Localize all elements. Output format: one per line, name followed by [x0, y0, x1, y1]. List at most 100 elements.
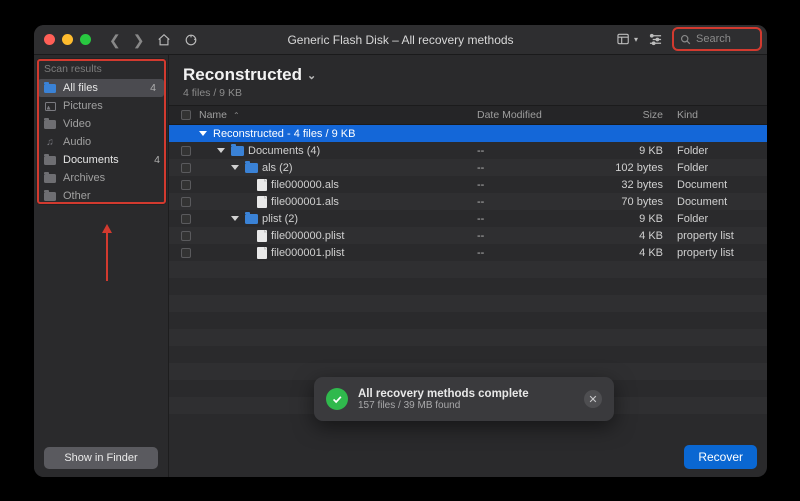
row-checkbox[interactable]: [181, 146, 191, 156]
chevron-down-icon: ⌄: [307, 69, 316, 82]
titlebar: ❮ ❯ Generic Flash Disk – All recovery me…: [34, 25, 767, 55]
row-checkbox[interactable]: [181, 214, 191, 224]
row-checkbox[interactable]: [181, 197, 191, 207]
sidebar-item-documents[interactable]: Documents4: [34, 151, 168, 169]
folder-icon: [44, 192, 56, 201]
zoom-icon[interactable]: [80, 34, 91, 45]
app-window: ❮ ❯ Generic Flash Disk – All recovery me…: [34, 25, 767, 477]
folder-icon: [44, 120, 56, 129]
sidebar: Scan results All files4PicturesVideo♫Aud…: [34, 55, 169, 477]
picture-icon: [45, 102, 56, 111]
table-row[interactable]: file000000.plist--4 KBproperty list: [169, 227, 767, 244]
file-kind: property list: [677, 247, 767, 259]
table-row: [169, 329, 767, 346]
file-name: file000001.als: [271, 196, 339, 208]
group-row[interactable]: Reconstructed - 4 files / 9 KB: [169, 125, 767, 142]
column-name[interactable]: Name ⌃: [195, 109, 477, 121]
disclosure-open-icon[interactable]: [199, 131, 207, 136]
file-size: 32 bytes: [587, 179, 677, 191]
select-all-checkbox[interactable]: [181, 110, 191, 120]
table-row: [169, 295, 767, 312]
folder-icon: [245, 214, 258, 224]
results-heading-label: Reconstructed: [183, 65, 302, 85]
table-row[interactable]: plist (2)--9 KBFolder: [169, 210, 767, 227]
column-kind[interactable]: Kind: [677, 109, 767, 121]
file-name: file000001.plist: [271, 247, 344, 259]
file-kind: Document: [677, 179, 767, 191]
file-kind: Folder: [677, 213, 767, 225]
recover-button[interactable]: Recover: [684, 445, 757, 469]
history-nav: ❮ ❯: [109, 32, 198, 47]
forward-button[interactable]: ❯: [133, 33, 145, 47]
row-checkbox[interactable]: [181, 248, 191, 258]
date-modified: --: [477, 162, 587, 174]
disclosure-open-icon[interactable]: [217, 148, 225, 153]
sidebar-item-audio[interactable]: ♫Audio: [34, 133, 168, 151]
minimize-icon[interactable]: [62, 34, 73, 45]
row-checkbox[interactable]: [181, 180, 191, 190]
file-kind: Folder: [677, 145, 767, 157]
row-checkbox[interactable]: [181, 163, 191, 173]
results-subheading: 4 files / 9 KB: [183, 87, 753, 99]
search-field[interactable]: [673, 28, 761, 50]
main-pane: Reconstructed ⌄ 4 files / 9 KB Name ⌃ Da…: [169, 55, 767, 477]
back-button[interactable]: ❮: [109, 33, 121, 47]
file-name: als (2): [262, 162, 293, 174]
file-name: plist (2): [262, 213, 298, 225]
window-controls: [44, 34, 91, 45]
file-icon: [257, 230, 267, 242]
table-row[interactable]: als (2)--102 bytesFolder: [169, 159, 767, 176]
table-row: [169, 261, 767, 278]
sidebar-item-pictures[interactable]: Pictures: [34, 97, 168, 115]
folder-icon: [44, 156, 56, 165]
sidebar-item-label: Video: [63, 118, 91, 130]
sidebar-item-label: Other: [63, 190, 91, 202]
sidebar-item-label: All files: [63, 82, 98, 94]
column-date-modified[interactable]: Date Modified: [477, 109, 587, 121]
table-row[interactable]: file000001.plist--4 KBproperty list: [169, 244, 767, 261]
toast-message: All recovery methods complete: [358, 388, 529, 400]
file-kind: Folder: [677, 162, 767, 174]
sidebar-item-video[interactable]: Video: [34, 115, 168, 133]
date-modified: --: [477, 145, 587, 157]
toast-subtext: 157 files / 39 MB found: [358, 400, 529, 411]
view-mode-button[interactable]: ▾: [617, 33, 638, 45]
column-size[interactable]: Size: [587, 109, 677, 121]
home-icon[interactable]: [156, 32, 171, 47]
disclosure-open-icon[interactable]: [231, 216, 239, 221]
file-name: file000000.plist: [271, 230, 344, 242]
sidebar-item-label: Archives: [63, 172, 105, 184]
sidebar-item-archives[interactable]: Archives: [34, 169, 168, 187]
table-row: [169, 346, 767, 363]
folder-icon: [44, 174, 56, 183]
date-modified: --: [477, 230, 587, 242]
table-header: Name ⌃ Date Modified Size Kind: [169, 105, 767, 125]
group-label: Reconstructed - 4 files / 9 KB: [213, 128, 355, 140]
results-heading[interactable]: Reconstructed ⌄: [183, 65, 753, 85]
sidebar-item-other[interactable]: Other: [34, 187, 168, 205]
sort-ascending-icon: ⌃: [233, 111, 240, 120]
file-kind: Document: [677, 196, 767, 208]
file-icon: [257, 247, 267, 259]
file-name: file000000.als: [271, 179, 339, 191]
search-input[interactable]: [696, 33, 754, 45]
disclosure-open-icon[interactable]: [231, 165, 239, 170]
date-modified: --: [477, 179, 587, 191]
close-icon[interactable]: [44, 34, 55, 45]
file-icon: [257, 179, 267, 191]
file-icon: [257, 196, 267, 208]
show-in-finder-button[interactable]: Show in Finder: [44, 447, 158, 469]
refresh-icon[interactable]: [183, 32, 198, 47]
toast-close-button[interactable]: ✕: [584, 390, 602, 408]
table-row[interactable]: file000000.als --32 bytesDocument: [169, 176, 767, 193]
table-row: [169, 312, 767, 329]
sidebar-item-count: 4: [150, 82, 156, 94]
sidebar-item-all-files[interactable]: All files 4: [38, 79, 164, 97]
file-kind: property list: [677, 230, 767, 242]
checkmark-icon: [326, 388, 348, 410]
folder-icon: [245, 163, 258, 173]
table-row[interactable]: file000001.als--70 bytesDocument: [169, 193, 767, 210]
filter-icon[interactable]: [648, 32, 663, 47]
table-row[interactable]: Documents (4)--9 KBFolder: [169, 142, 767, 159]
row-checkbox[interactable]: [181, 231, 191, 241]
